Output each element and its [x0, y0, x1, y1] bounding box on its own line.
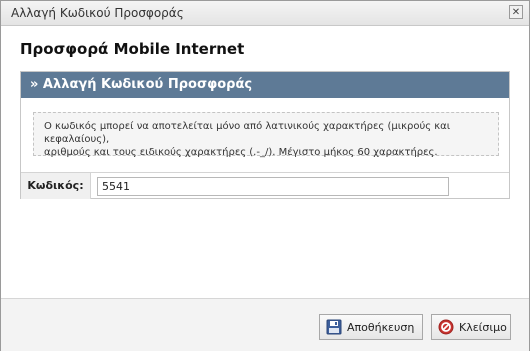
code-input[interactable] — [97, 177, 449, 196]
info-note: Ο κωδικός μπορεί να αποτελείται μόνο από… — [33, 112, 499, 158]
dialog-title: Αλλαγή Κωδικού Προσφοράς — [11, 6, 184, 20]
panel-header: » Αλλαγή Κωδικού Προσφοράς — [21, 72, 509, 98]
code-label: Κωδικός: — [21, 173, 91, 199]
close-icon[interactable]: ✕ — [509, 5, 523, 19]
info-line-1: Ο κωδικός μπορεί να αποτελείται μόνο από… — [44, 121, 451, 145]
floppy-disk-icon — [326, 319, 342, 335]
save-button[interactable]: Αποθήκευση — [319, 314, 423, 340]
dialog-titlebar: Αλλαγή Κωδικού Προσφοράς ✕ — [1, 1, 529, 26]
close-button[interactable]: Κλείσιμο — [431, 314, 511, 340]
change-code-panel: » Αλλαγή Κωδικού Προσφοράς Ο κωδικός μπο… — [20, 71, 510, 199]
code-form-row: Κωδικός: — [21, 172, 509, 199]
info-line-2: αριθμούς και τους ειδικούς χαρακτήρες (.… — [44, 147, 438, 158]
offer-code-dialog: Αλλαγή Κωδικού Προσφοράς ✕ Προσφορά Mobi… — [0, 0, 530, 351]
close-button-label: Κλείσιμο — [459, 320, 507, 334]
save-button-label: Αποθήκευση — [347, 320, 415, 334]
page-title: Προσφορά Mobile Internet — [20, 40, 245, 58]
cancel-icon — [438, 319, 454, 335]
dialog-footer: Αποθήκευση Κλείσιμο — [1, 298, 529, 351]
